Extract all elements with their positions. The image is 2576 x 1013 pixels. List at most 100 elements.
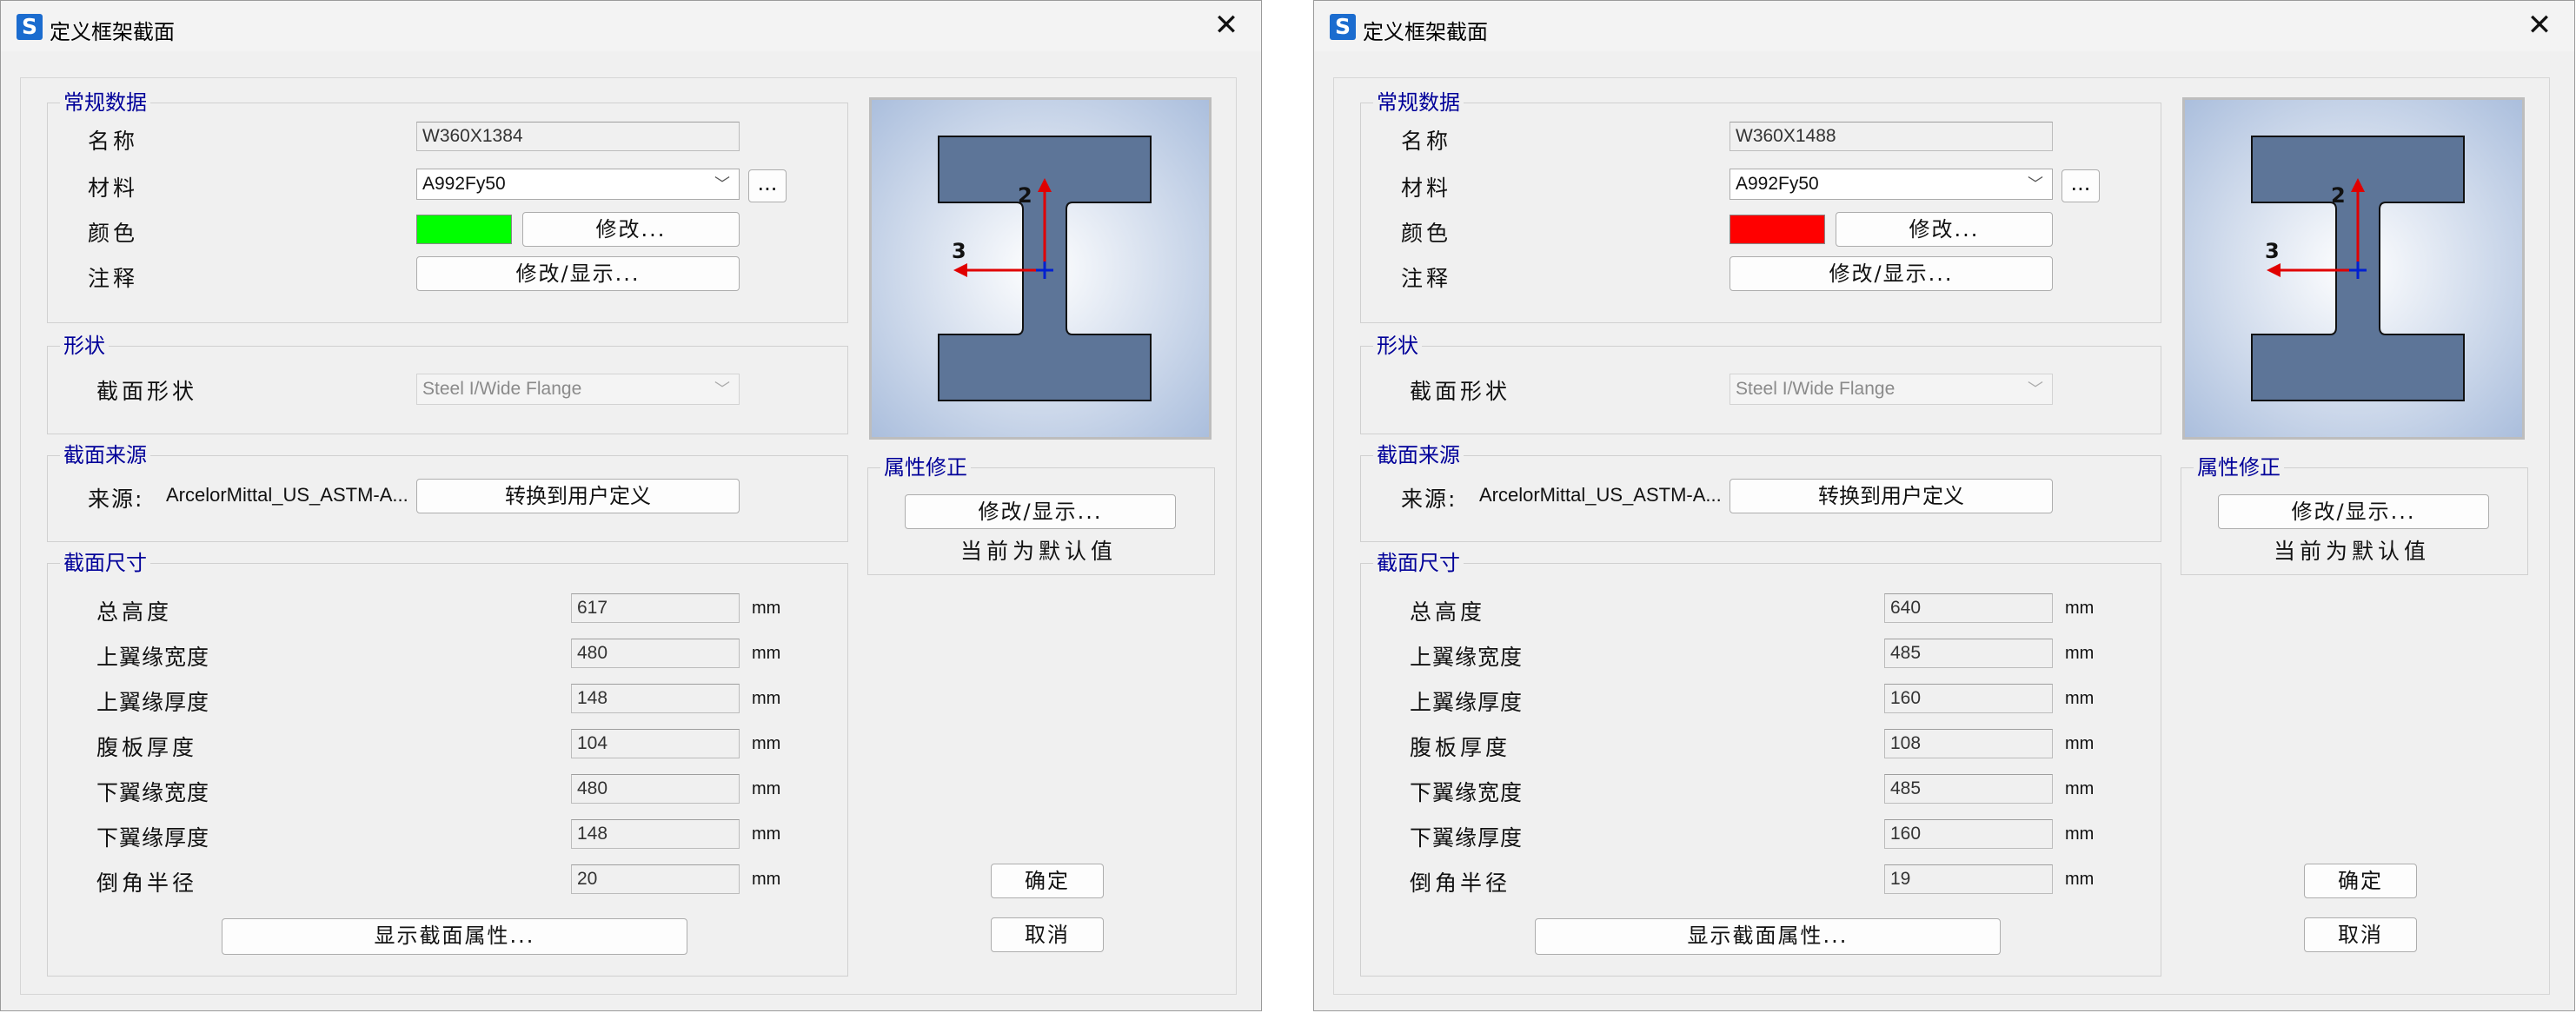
dim-label-fillet-radius: 倒角半径 (96, 871, 198, 896)
material-label: 材料 (88, 175, 139, 201)
dim-label-web-thickness: 腹板厚度 (1410, 735, 1511, 760)
shape-group: 形状 截面形状 Steel I/Wide Flange ﹀ (47, 333, 848, 434)
axis-3-label: 3 (952, 239, 966, 263)
dim-field-top-flange-width[interactable]: 485 (1884, 639, 2053, 668)
notes-label: 注释 (88, 266, 139, 291)
dim-field-bottom-flange-width[interactable]: 485 (1884, 774, 2053, 804)
property-modifiers-group: 属性修正 修改/显示... 当前为默认值 (867, 454, 1215, 575)
convert-to-user-defined-button[interactable]: 转换到用户定义 (416, 479, 740, 513)
close-icon[interactable]: ✕ (1209, 8, 1244, 43)
section-preview: 2 3 (2182, 97, 2525, 440)
source-value: ArcelorMittal_US_ASTM-A... (166, 484, 408, 506)
material-value: A992Fy50 (422, 174, 506, 194)
section-shape-label: 截面形状 (1410, 379, 1511, 404)
dim-label-top-flange-thickness: 上翼缘厚度 (96, 690, 210, 715)
color-modify-button[interactable]: 修改... (522, 212, 740, 247)
name-field[interactable]: W360X1384 (416, 122, 740, 151)
close-icon[interactable]: ✕ (2522, 8, 2557, 43)
dim-field-top-flange-thickness[interactable]: 148 (571, 684, 740, 713)
material-more-button[interactable]: ... (748, 169, 787, 202)
name-label: 名称 (88, 129, 139, 154)
dim-unit: mm (752, 779, 781, 798)
title-bar[interactable]: S 定义框架截面 ✕ (1314, 1, 2574, 51)
ok-button[interactable]: 确定 (2304, 864, 2417, 898)
dim-unit: mm (752, 870, 781, 889)
dim-field-top-flange-width[interactable]: 480 (571, 639, 740, 668)
dim-unit: mm (2065, 870, 2095, 889)
general-data-group: 常规数据 名称 W360X1384 材料 A992Fy50 ﹀ ... 颜色 修… (47, 89, 848, 323)
cancel-button[interactable]: 取消 (2304, 917, 2417, 952)
color-label: 颜色 (1401, 221, 1452, 246)
axis-3-label: 3 (2265, 239, 2280, 263)
general-data-group: 常规数据 名称 W360X1488 材料 A992Fy50 ﹀ ... 颜色 修… (1360, 89, 2161, 323)
section-source-group: 截面来源 来源: ArcelorMittal_US_ASTM-A... 转换到用… (47, 442, 848, 542)
show-section-properties-button[interactable]: 显示截面属性... (222, 918, 687, 955)
dim-field-bottom-flange-thickness[interactable]: 160 (1884, 819, 2053, 849)
color-swatch[interactable] (1730, 215, 1825, 244)
section-shape-value: Steel I/Wide Flange (422, 379, 582, 399)
modifiers-modify-button[interactable]: 修改/显示... (2218, 494, 2489, 529)
frame-section-dialog: S 定义框架截面 ✕ 常规数据 名称 W360X1384 材料 A992Fy50… (0, 0, 1262, 1011)
material-select[interactable]: A992Fy50 ﹀ (416, 169, 740, 200)
dim-field-bottom-flange-thickness[interactable]: 148 (571, 819, 740, 849)
notes-modify-button[interactable]: 修改/显示... (416, 256, 740, 291)
section-dimensions-title: 截面尺寸 (60, 550, 150, 576)
color-label: 颜色 (88, 221, 139, 246)
section-shape-label: 截面形状 (96, 379, 198, 404)
source-label: 来源: (1401, 487, 1457, 512)
chevron-down-icon: ﹀ (2028, 381, 2043, 398)
dim-field-web-thickness[interactable]: 104 (571, 729, 740, 758)
dim-field-total-height[interactable]: 640 (1884, 593, 2053, 623)
material-label: 材料 (1401, 175, 1452, 201)
dim-unit: mm (2065, 689, 2095, 708)
chevron-down-icon: ﹀ (2028, 175, 2043, 193)
dim-unit: mm (752, 824, 781, 844)
chevron-down-icon: ﹀ (714, 381, 730, 398)
color-swatch[interactable] (416, 215, 512, 244)
dim-unit: mm (752, 734, 781, 753)
modifiers-modify-button[interactable]: 修改/显示... (905, 494, 1176, 529)
dim-unit: mm (752, 689, 781, 708)
dim-label-total-height: 总高度 (1410, 599, 1486, 625)
dim-unit: mm (752, 644, 781, 663)
dialog-body: 常规数据 名称 W360X1488 材料 A992Fy50 ﹀ ... 颜色 修… (1333, 77, 2550, 995)
convert-to-user-defined-button[interactable]: 转换到用户定义 (1730, 479, 2053, 513)
chevron-down-icon: ﹀ (714, 175, 730, 193)
color-modify-button[interactable]: 修改... (1836, 212, 2053, 247)
notes-label: 注释 (1401, 266, 1452, 291)
modifiers-status: 当前为默认值 (2274, 539, 2431, 564)
dim-label-top-flange-width: 上翼缘宽度 (96, 645, 210, 670)
dim-unit: mm (2065, 734, 2095, 753)
section-preview-svg: 2 3 (872, 100, 1209, 437)
property-modifiers-group: 属性修正 修改/显示... 当前为默认值 (2181, 454, 2528, 575)
section-shape-select[interactable]: Steel I/Wide Flange ﹀ (1730, 374, 2053, 405)
dialog-title: 定义框架截面 (1363, 20, 1488, 44)
show-section-properties-button[interactable]: 显示截面属性... (1535, 918, 2001, 955)
dim-field-top-flange-thickness[interactable]: 160 (1884, 684, 2053, 713)
material-select[interactable]: A992Fy50 ﹀ (1730, 169, 2053, 200)
dim-field-total-height[interactable]: 617 (571, 593, 740, 623)
section-dimensions-group: 截面尺寸 总高度 617 mm 上翼缘宽度 480 mm 上翼缘厚度 148 m… (47, 550, 848, 977)
notes-modify-button[interactable]: 修改/显示... (1730, 256, 2053, 291)
property-modifiers-title: 属性修正 (2194, 454, 2284, 480)
dialog-body: 常规数据 名称 W360X1384 材料 A992Fy50 ﹀ ... 颜色 修… (20, 77, 1237, 995)
modifiers-status: 当前为默认值 (960, 539, 1118, 564)
section-shape-value: Steel I/Wide Flange (1736, 379, 1895, 399)
dim-field-fillet-radius[interactable]: 20 (571, 864, 740, 894)
section-preview-svg: 2 3 (2185, 100, 2522, 437)
name-field[interactable]: W360X1488 (1730, 122, 2053, 151)
shape-group: 形状 截面形状 Steel I/Wide Flange ﹀ (1360, 333, 2161, 434)
cancel-button[interactable]: 取消 (991, 917, 1104, 952)
section-shape-select[interactable]: Steel I/Wide Flange ﹀ (416, 374, 740, 405)
ok-button[interactable]: 确定 (991, 864, 1104, 898)
dim-label-web-thickness: 腹板厚度 (96, 735, 198, 760)
dim-field-web-thickness[interactable]: 108 (1884, 729, 2053, 758)
source-label: 来源: (88, 487, 144, 512)
material-more-button[interactable]: ... (2061, 169, 2100, 202)
dim-label-bottom-flange-thickness: 下翼缘厚度 (96, 825, 210, 851)
frame-section-dialog: S 定义框架截面 ✕ 常规数据 名称 W360X1488 材料 A992Fy50… (1313, 0, 2575, 1011)
title-bar[interactable]: S 定义框架截面 ✕ (1, 1, 1261, 51)
dim-field-fillet-radius[interactable]: 19 (1884, 864, 2053, 894)
general-data-title: 常规数据 (1373, 89, 1464, 116)
dim-field-bottom-flange-width[interactable]: 480 (571, 774, 740, 804)
